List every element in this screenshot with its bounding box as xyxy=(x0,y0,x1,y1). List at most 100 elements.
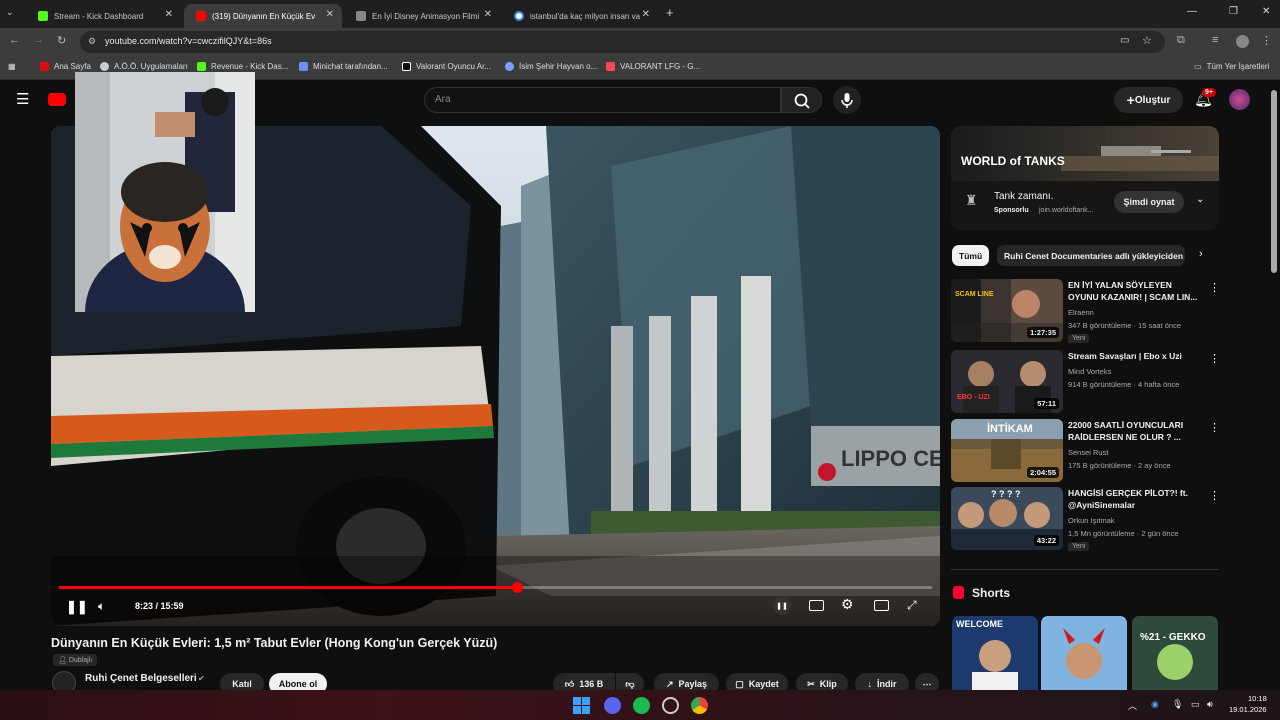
all-bookmarks-folder[interactable]: ▭ Tüm Yer İşaretleri xyxy=(1194,62,1269,71)
network-tray-icon[interactable]: ◉ xyxy=(1151,699,1159,710)
discord-icon[interactable] xyxy=(604,697,621,714)
volume-tray-icon[interactable]: 🔊︎ xyxy=(1207,699,1213,710)
account-avatar[interactable] xyxy=(1229,89,1250,110)
video-meta: 914 B görüntüleme · 4 hafta önce xyxy=(1068,380,1180,389)
channel-name[interactable]: Ruhi Çenet Belgeselleri xyxy=(85,673,197,684)
short-thumbnail[interactable] xyxy=(1041,616,1127,691)
ad-card[interactable]: WORLD of TANKS ♜ Tank zamanı. Sponsorlu … xyxy=(951,126,1219,230)
ad-cta-button[interactable]: Şimdi oynat xyxy=(1114,191,1184,213)
bookmark-item[interactable]: Revenue - Kick Das... xyxy=(197,62,288,71)
more-vertical-icon[interactable]: ⋮ xyxy=(1209,421,1220,434)
fullscreen-icon[interactable]: ⤢ xyxy=(907,598,917,613)
bookmark-label: İsim Şehir Hayvan o... xyxy=(519,62,598,71)
bookmark-item[interactable]: Minichat tarafından... xyxy=(299,62,388,71)
close-tab-icon[interactable]: ✕ xyxy=(484,9,492,20)
theater-mode-icon[interactable] xyxy=(874,600,889,611)
youtube-logo-icon[interactable] xyxy=(48,93,66,106)
video-duration: 57:11 xyxy=(1034,398,1059,409)
chip-uploader[interactable]: Ruhi Cenet Documentaries adlı yükleyicid… xyxy=(997,245,1185,266)
autoplay-toggle-icon[interactable]: ❚❚ xyxy=(773,597,791,615)
more-vertical-icon[interactable]: ⋮ xyxy=(1209,489,1220,502)
video-thumbnail[interactable]: İNTİKAM 2:04:55 xyxy=(951,419,1063,482)
spotify-icon[interactable] xyxy=(633,697,650,714)
short-thumbnail[interactable]: WELCOME xyxy=(952,616,1038,691)
time-display: 8:23 / 15:59 xyxy=(135,601,184,611)
apps-grid-icon[interactable]: ▦ xyxy=(8,62,16,71)
bookmark-item[interactable]: İsim Şehir Hayvan o... xyxy=(505,62,597,71)
video-title[interactable]: Stream Savaşları | Ebo x Uzi xyxy=(1068,351,1203,363)
short-thumbnail[interactable]: %21 - GEKKO xyxy=(1132,616,1218,691)
chevron-down-icon[interactable]: ⌄ xyxy=(1196,194,1204,205)
recommended-video[interactable]: ? ? ? ? 43:22 HANGİSİ GERÇEK PİLOT?! ft.… xyxy=(951,487,1221,551)
extensions-icon[interactable]: ⧉ xyxy=(1177,34,1185,47)
media-controls-icon[interactable]: ≡ xyxy=(1212,34,1218,46)
tab-youtube-video[interactable]: (319) Dünyanın En Küçük Ev ✕ xyxy=(184,4,342,28)
tab-disney[interactable]: En İyi Disney Animasyon Filmi ✕ xyxy=(344,4,500,28)
more-vertical-icon[interactable]: ⋮ xyxy=(1209,352,1220,365)
channel-name[interactable]: Elraenn xyxy=(1068,308,1094,317)
video-thumbnail[interactable]: SCAM LINE 1:27:35 xyxy=(951,279,1063,342)
search-button[interactable] xyxy=(781,87,822,113)
volume-icon[interactable]: 🔈︎ xyxy=(98,599,105,614)
search-input[interactable]: Ara xyxy=(424,87,781,113)
bookmark-item[interactable]: Valorant Oyuncu Ar... xyxy=(402,62,491,71)
minimize-icon[interactable]: — xyxy=(1187,6,1197,17)
chrome-icon[interactable] xyxy=(691,697,708,714)
menu-kebab-icon[interactable]: ⋮ xyxy=(1261,34,1272,47)
windows-start-icon[interactable] xyxy=(573,697,590,714)
recommended-video[interactable]: EBO - UZI 57:11 Stream Savaşları | Ebo x… xyxy=(951,350,1221,414)
address-bar[interactable]: ⚙ youtube.com/watch?v=cwczifilQJY&t=86s … xyxy=(80,31,1165,53)
video-title[interactable]: 22000 SAATLİ OYUNCULARI RAİDLERSEN NE OL… xyxy=(1068,420,1203,443)
tab-google-search[interactable]: istanbul'da kaç milyon insan va ✕ xyxy=(502,4,658,28)
recommended-video[interactable]: SCAM LINE 1:27:35 EN İYİ YALAN SÖYLEYEN … xyxy=(951,279,1221,343)
tray-chevron-icon[interactable]: ︿ xyxy=(1128,699,1137,712)
recommended-video[interactable]: İNTİKAM 2:04:55 22000 SAATLİ OYUNCULARI … xyxy=(951,419,1221,483)
maximize-icon[interactable]: ❐ xyxy=(1229,6,1238,17)
hamburger-menu-icon[interactable]: ☰ xyxy=(16,90,29,108)
video-thumbnail[interactable]: ? ? ? ? 43:22 xyxy=(951,487,1063,550)
display-tray-icon[interactable]: ▭ xyxy=(1191,699,1200,710)
chip-all[interactable]: Tümü xyxy=(952,245,990,266)
clock-date[interactable]: 19.01.2026 xyxy=(1229,705,1267,714)
pause-icon[interactable]: ❚❚ xyxy=(66,599,88,615)
windows-taskbar: ︿ ◉ 🎙︎ ▭ 🔊︎ 10:18 19.01.2026 xyxy=(0,690,1280,720)
subtitles-icon[interactable] xyxy=(809,600,824,611)
bookmark-item[interactable]: Ana Sayfa xyxy=(40,62,91,71)
tab-kick-dashboard[interactable]: Stream - Kick Dashboard ✕ xyxy=(26,4,181,28)
close-tab-icon[interactable]: ✕ xyxy=(326,9,334,20)
chevron-right-icon[interactable]: › xyxy=(1199,248,1203,260)
clock-time[interactable]: 10:18 xyxy=(1248,694,1267,703)
reload-icon[interactable]: ↻ xyxy=(57,34,66,47)
url-text: youtube.com/watch?v=cwczifilQJY&t=86s xyxy=(105,36,272,46)
channel-name[interactable]: Orkun Işıtmak xyxy=(1068,516,1115,525)
mic-tray-icon[interactable]: 🎙︎ xyxy=(1172,699,1183,710)
cast-icon[interactable]: ▭ xyxy=(1120,35,1129,46)
video-title[interactable]: EN İYİ YALAN SÖYLEYEN OYUNU KAZANIR! | S… xyxy=(1068,280,1203,303)
site-info-icon[interactable]: ⚙ xyxy=(88,36,96,47)
profile-avatar[interactable] xyxy=(1236,35,1249,48)
close-tab-icon[interactable]: ✕ xyxy=(642,9,650,20)
forward-icon[interactable]: → xyxy=(33,34,44,46)
new-tab-icon[interactable]: + xyxy=(666,5,674,20)
bookmark-item[interactable]: A.Ö.Ö. Uygulamaları xyxy=(100,62,188,71)
create-button[interactable]: + Oluştur xyxy=(1114,87,1183,113)
video-thumbnail[interactable]: EBO - UZI 57:11 xyxy=(951,350,1063,413)
ad-headline: Tank zamanı. xyxy=(994,191,1054,202)
channel-name[interactable]: Sensei Rust xyxy=(1068,448,1108,457)
close-tab-icon[interactable]: ✕ xyxy=(165,9,173,20)
settings-gear-icon[interactable]: ⚙ xyxy=(841,596,854,613)
progress-bar[interactable] xyxy=(59,582,932,593)
more-vertical-icon[interactable]: ⋮ xyxy=(1209,281,1220,294)
bookmark-item[interactable]: VALORANT LFG - G... xyxy=(606,62,700,71)
voice-search-button[interactable] xyxy=(833,86,861,114)
back-icon[interactable]: ← xyxy=(9,34,20,46)
video-title[interactable]: HANGİSİ GERÇEK PİLOT?! ft. @AyniSinemala… xyxy=(1068,488,1203,511)
video-duration: 2:04:55 xyxy=(1027,467,1059,478)
channel-name[interactable]: Mind Vorteks xyxy=(1068,367,1111,376)
obs-icon[interactable] xyxy=(662,697,679,714)
tab-search-icon[interactable]: ⌄ xyxy=(6,7,14,18)
page-scrollbar[interactable] xyxy=(1271,90,1277,273)
google-favicon-icon xyxy=(514,11,524,21)
bookmark-star-icon[interactable]: ☆ xyxy=(1142,34,1152,47)
close-window-icon[interactable]: ✕ xyxy=(1262,6,1270,17)
